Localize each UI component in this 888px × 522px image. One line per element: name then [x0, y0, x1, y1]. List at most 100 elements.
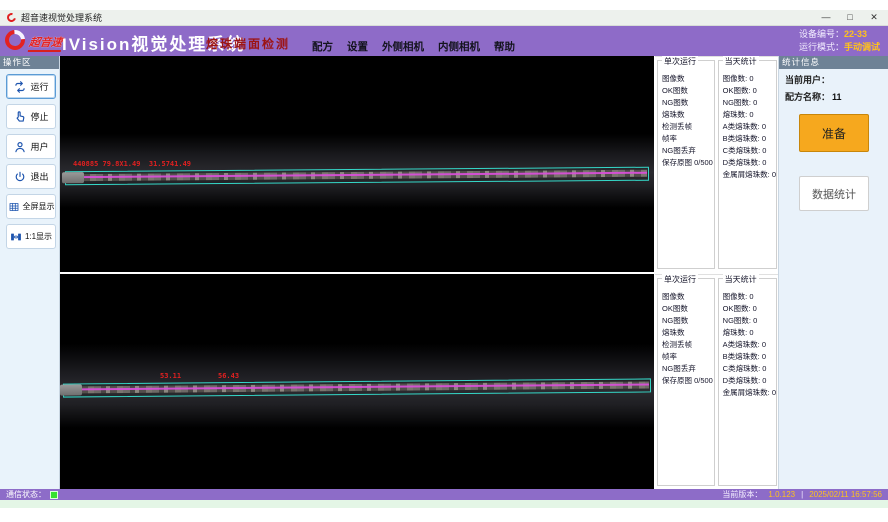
stat-row: NG图数: [658, 315, 714, 327]
current-user-label: 当前用户：: [785, 75, 830, 85]
stat-row: D类熔珠数: 0: [719, 375, 776, 387]
menu-item-outer-camera[interactable]: 外侧相机: [382, 39, 424, 54]
stat-row: 金属屑熔珠数: 0: [719, 387, 776, 399]
app-header: 超音速 IVision视觉处理系统 熔珠端面检测 配方 设置 外侧相机 内侧相机…: [0, 26, 888, 56]
run-button[interactable]: 运行: [6, 74, 56, 99]
maximize-button[interactable]: □: [840, 11, 860, 25]
version-label: 当前版本：: [722, 489, 762, 500]
brand-swirl-icon: [1, 26, 29, 54]
stat-row: NG图丢弃: [658, 363, 714, 375]
stat-row: 熔珠数: [658, 327, 714, 339]
stat-row: B类熔珠数: 0: [719, 351, 776, 363]
info-panel-title: 统计信息: [779, 56, 888, 69]
menu-item-inner-camera[interactable]: 内侧相机: [438, 39, 480, 54]
strip-left-end: [62, 172, 84, 183]
stat-row: 图像数: 0: [719, 73, 776, 85]
prepare-button[interactable]: 准备: [799, 114, 869, 152]
run-cycle-icon: [13, 80, 27, 94]
daily-stats-groupbox: 当天统计 图像数: 0 OK图数: 0 NG图数: 0 熔珠数: 0 A类熔珠数…: [718, 60, 777, 269]
stat-row: OK图数: 0: [719, 303, 776, 315]
app-subtitle: 熔珠端面检测: [206, 35, 290, 52]
device-info: 设备编号：22-33 运行模式：手动调试: [799, 28, 880, 54]
daily-stats-groupbox: 当天统计 图像数: 0 OK图数: 0 NG图数: 0 熔珠数: 0 A类熔珠数…: [718, 278, 777, 487]
app-window: 超音速视觉处理系统 — □ ✕ 超音速 IVision视觉处理系统 熔珠端面检测…: [0, 0, 888, 522]
status-separator: |: [801, 490, 803, 499]
os-titlebar: 超音速视觉处理系统 — □ ✕: [0, 10, 888, 26]
stats-panel-bottom: 单次运行 图像数 OK图数 NG图数 熔珠数 检测丢帧 帧率 NG图丢弃 保存原…: [655, 274, 778, 490]
run-button-label: 运行: [30, 80, 48, 93]
stat-row: 熔珠数: 0: [719, 109, 776, 121]
window-title: 超音速视觉处理系统: [21, 11, 102, 24]
recipe-name-value: 11: [832, 92, 842, 102]
stat-row: NG图数: 0: [719, 315, 776, 327]
current-user-row: 当前用户：: [779, 69, 888, 86]
single-run-groupbox: 单次运行 图像数 OK图数 NG图数 熔珠数 检测丢帧 帧率 NG图丢弃 保存原…: [657, 60, 715, 269]
daily-stats-title: 当天统计: [723, 274, 759, 285]
minimize-button[interactable]: —: [816, 11, 836, 25]
device-number-value: 22-33: [844, 29, 867, 39]
strip-left-end: [60, 384, 82, 395]
window-bottom-edge: [0, 500, 888, 508]
inner-camera-viewport[interactable]: 53.11 56.43: [60, 274, 654, 490]
menu-item-recipe[interactable]: 配方: [312, 39, 333, 54]
stat-row: 熔珠数: 0: [719, 327, 776, 339]
stat-row: 图像数: [658, 73, 714, 85]
operation-sidebar: 操作区 运行 停止 用户 退出 全屏显示 1:1显示: [0, 56, 60, 489]
stats-panel-top: 单次运行 图像数 OK图数 NG图数 熔珠数 检测丢帧 帧率 NG图丢弃 保存原…: [655, 56, 778, 272]
menu-item-settings[interactable]: 设置: [347, 39, 368, 54]
run-mode-label: 运行模式：: [799, 42, 844, 52]
single-run-groupbox: 单次运行 图像数 OK图数 NG图数 熔珠数 检测丢帧 帧率 NG图丢弃 保存原…: [657, 278, 715, 487]
version-value: 1.0.123: [768, 490, 795, 499]
stat-row: 保存原图 0/500: [658, 157, 714, 169]
stop-hand-icon: [13, 110, 27, 124]
status-bar: 通信状态： 当前版本： 1.0.123 | 2025/02/11 16:57:5…: [0, 489, 888, 500]
one-to-one-button-label: 1:1显示: [25, 231, 52, 242]
stat-row: 图像数: 0: [719, 291, 776, 303]
stat-row: OK图数: [658, 303, 714, 315]
stat-row: 熔珠数: [658, 109, 714, 121]
stat-row: A类熔珠数: 0: [719, 339, 776, 351]
stat-row: A类熔珠数: 0: [719, 121, 776, 133]
stat-row: OK图数: [658, 85, 714, 97]
comm-status-indicator: [50, 491, 58, 499]
user-button-label: 用户: [30, 140, 48, 153]
stat-row: 帧率: [658, 133, 714, 145]
stop-button[interactable]: 停止: [6, 104, 56, 129]
one-to-one-icon: [10, 231, 22, 243]
app-logo-icon: [5, 11, 17, 23]
one-to-one-button[interactable]: 1:1显示: [6, 224, 56, 249]
stat-row: OK图数: 0: [719, 85, 776, 97]
recipe-name-label: 配方名称：: [785, 92, 830, 102]
stat-row: 保存原图 0/500: [658, 375, 714, 387]
device-number-label: 设备编号：: [799, 29, 844, 39]
info-panel: 统计信息 当前用户： 配方名称：11 准备 数据统计: [778, 56, 888, 489]
user-button[interactable]: 用户: [6, 134, 56, 159]
stat-row: NG图数: 0: [719, 97, 776, 109]
stat-row: C类熔珠数: 0: [719, 145, 776, 157]
outer-camera-viewport[interactable]: 440885 79.8X1.49 31.5741.49: [60, 56, 654, 272]
brand-name: 超音速: [28, 34, 64, 52]
recipe-name-row: 配方名称：11: [779, 86, 888, 103]
status-bar-right: 当前版本： 1.0.123 | 2025/02/11 16:57:56: [722, 489, 882, 500]
stat-row: 检测丢帧: [658, 121, 714, 133]
stat-row: 帧率: [658, 351, 714, 363]
stat-row: 图像数: [658, 291, 714, 303]
measurement-annotation: 53.11: [160, 372, 181, 380]
stat-row: B类熔珠数: 0: [719, 133, 776, 145]
fullscreen-button[interactable]: 全屏显示: [6, 194, 56, 219]
close-button[interactable]: ✕: [864, 11, 884, 25]
stat-row: D类熔珠数: 0: [719, 157, 776, 169]
stat-row: NG图丢弃: [658, 145, 714, 157]
sidebar-title: 操作区: [0, 56, 59, 69]
main-menu: 配方 设置 外侧相机 内侧相机 帮助: [312, 39, 515, 54]
stat-row: 检测丢帧: [658, 339, 714, 351]
fullscreen-button-label: 全屏显示: [23, 201, 55, 212]
menu-item-help[interactable]: 帮助: [494, 39, 515, 54]
camera-view-column: 440885 79.8X1.49 31.5741.49 53.11 56.43: [60, 56, 654, 489]
exit-button[interactable]: 退出: [6, 164, 56, 189]
run-mode-value: 手动调试: [844, 42, 880, 52]
single-run-title: 单次运行: [662, 56, 698, 67]
window-controls: — □ ✕: [816, 11, 884, 25]
data-statistics-button[interactable]: 数据统计: [799, 176, 869, 211]
stat-row: NG图数: [658, 97, 714, 109]
